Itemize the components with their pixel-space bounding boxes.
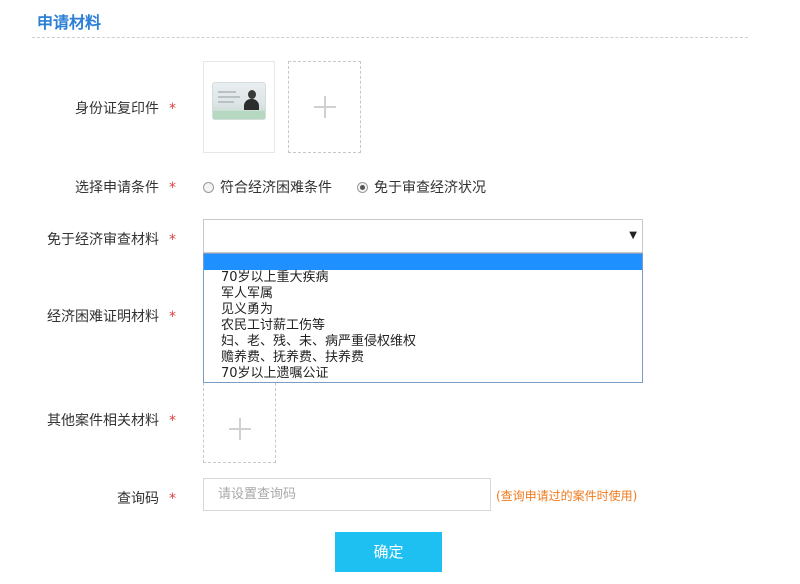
exempt-material-label-text: 免于经济审查材料 [47, 232, 159, 248]
section-title: 申请材料 [37, 13, 102, 32]
portrait-icon [244, 90, 259, 110]
radio-label: 免于审查经济状况 [374, 180, 486, 196]
radio-economic-hardship[interactable]: 符合经济困难条件 [203, 177, 332, 197]
dropdown-option[interactable]: 70岁以上遗嘱公证 [204, 366, 642, 382]
query-code-hint: (查询申请过的案件时使用) [496, 489, 638, 503]
other-materials-label-text: 其他案件相关材料 [47, 413, 159, 429]
query-code-label-text: 查询码 [117, 491, 159, 507]
required-mark: * [169, 309, 176, 325]
required-mark: * [169, 413, 176, 429]
other-materials-label: 其他案件相关材料 * [30, 410, 176, 430]
exempt-material-dropdown-list: 70岁以上重大疾病 军人军属 见义勇为 农民工讨薪工伤等 妇、老、残、未、病严重… [203, 253, 643, 383]
caret-down-icon: ▼ [629, 230, 637, 241]
id-copy-label-text: 身份证复印件 [75, 101, 159, 117]
required-mark: * [169, 232, 176, 248]
hardship-proof-label: 经济困难证明材料 * [30, 306, 176, 326]
required-mark: * [169, 491, 176, 507]
dropdown-option[interactable]: 农民工讨薪工伤等 [204, 318, 642, 334]
required-mark: * [169, 101, 176, 117]
radio-label: 符合经济困难条件 [220, 180, 332, 196]
confirm-button[interactable]: 确定 [335, 532, 442, 572]
exempt-material-label: 免于经济审查材料 * [30, 229, 176, 249]
dropdown-option-empty[interactable] [204, 254, 642, 270]
query-code-label: 查询码 * [30, 488, 176, 508]
id-copy-label: 身份证复印件 * [30, 98, 176, 118]
hardship-proof-label-text: 经济困难证明材料 [47, 309, 159, 325]
title-divider [32, 37, 748, 38]
dropdown-option[interactable]: 见义勇为 [204, 302, 642, 318]
condition-label: 选择申请条件 * [30, 177, 176, 197]
dropdown-option[interactable]: 70岁以上重大疾病 [204, 270, 642, 286]
dropdown-option[interactable]: 赡养费、抚养费、扶养费 [204, 350, 642, 366]
plus-icon [228, 417, 251, 440]
id-card-thumbnail[interactable] [203, 61, 275, 153]
dropdown-option[interactable]: 军人军属 [204, 286, 642, 302]
other-materials-upload-button[interactable] [203, 383, 276, 463]
id-copy-upload-button[interactable] [288, 61, 361, 153]
plus-icon [313, 96, 336, 118]
dropdown-option[interactable]: 妇、老、残、未、病严重侵权维权 [204, 334, 642, 350]
id-card-image [212, 82, 266, 120]
radio-checked-icon[interactable] [357, 181, 368, 193]
radio-exempt-review[interactable]: 免于审查经济状况 [357, 177, 486, 197]
radio-icon[interactable] [203, 181, 214, 193]
condition-label-text: 选择申请条件 [75, 180, 159, 196]
query-code-input[interactable] [203, 478, 491, 511]
required-mark: * [169, 180, 176, 196]
exempt-material-select[interactable]: ▼ [203, 219, 643, 253]
